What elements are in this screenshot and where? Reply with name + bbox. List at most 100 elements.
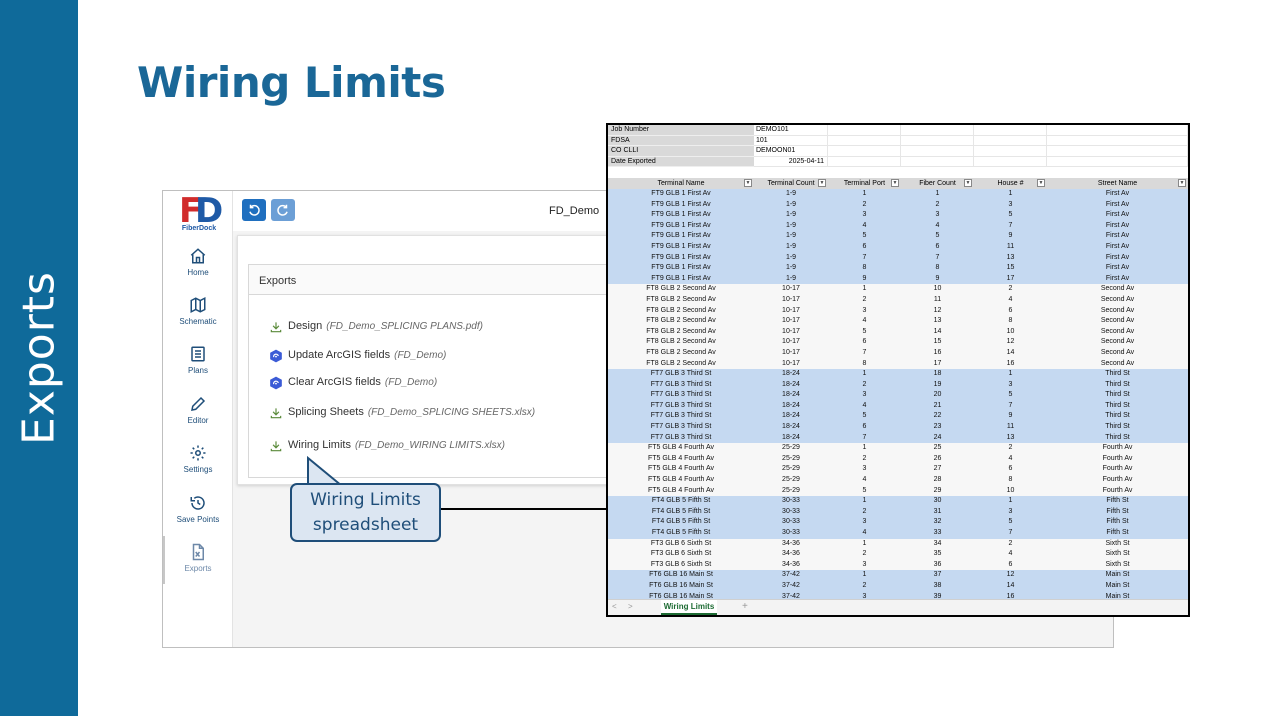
- table-cell[interactable]: 4: [828, 221, 901, 232]
- table-cell[interactable]: 35: [901, 549, 974, 560]
- table-cell[interactable]: First Av: [1047, 242, 1188, 253]
- table-cell[interactable]: 12: [974, 337, 1047, 348]
- nav-plans[interactable]: Plans: [163, 345, 233, 389]
- filter-dropdown-icon[interactable]: ▼: [1037, 179, 1045, 187]
- table-cell[interactable]: 32: [901, 517, 974, 528]
- table-cell[interactable]: Fifth St: [1047, 496, 1188, 507]
- undo-button[interactable]: [242, 199, 266, 221]
- table-cell[interactable]: 30-33: [754, 496, 828, 507]
- table-cell[interactable]: 10-17: [754, 359, 828, 370]
- empty-cell[interactable]: [1047, 146, 1188, 157]
- table-cell[interactable]: 7: [828, 253, 901, 264]
- table-cell[interactable]: 6: [828, 242, 901, 253]
- table-cell[interactable]: Third St: [1047, 401, 1188, 412]
- table-cell[interactable]: First Av: [1047, 274, 1188, 285]
- table-cell[interactable]: FT9 GLB 1 First Av: [608, 210, 754, 221]
- table-cell[interactable]: 38: [901, 581, 974, 592]
- table-cell[interactable]: FT7 GLB 3 Third St: [608, 369, 754, 380]
- empty-cell[interactable]: [1047, 156, 1188, 167]
- table-cell[interactable]: 30-33: [754, 517, 828, 528]
- table-cell[interactable]: Third St: [1047, 380, 1188, 391]
- table-cell[interactable]: 19: [901, 380, 974, 391]
- table-cell[interactable]: Second Av: [1047, 359, 1188, 370]
- table-cell[interactable]: 21: [901, 401, 974, 412]
- table-cell[interactable]: 10-17: [754, 316, 828, 327]
- table-cell[interactable]: 17: [901, 359, 974, 370]
- table-cell[interactable]: 5: [828, 486, 901, 497]
- table-cell[interactable]: 37-42: [754, 581, 828, 592]
- table-cell[interactable]: 3: [974, 507, 1047, 518]
- table-cell[interactable]: FT4 GLB 5 Fifth St: [608, 517, 754, 528]
- table-cell[interactable]: FT7 GLB 3 Third St: [608, 390, 754, 401]
- table-cell[interactable]: FT8 GLB 2 Second Av: [608, 295, 754, 306]
- table-cell[interactable]: 33: [901, 528, 974, 539]
- table-cell[interactable]: Fourth Av: [1047, 464, 1188, 475]
- table-cell[interactable]: 6: [974, 560, 1047, 571]
- empty-cell[interactable]: [828, 146, 901, 157]
- table-cell[interactable]: 3: [828, 517, 901, 528]
- empty-cell[interactable]: [974, 135, 1047, 146]
- column-header[interactable]: Terminal Name ▼: [608, 178, 754, 189]
- table-cell[interactable]: FT4 GLB 5 Fifth St: [608, 496, 754, 507]
- table-cell[interactable]: 1: [974, 189, 1047, 200]
- table-cell[interactable]: 6: [901, 242, 974, 253]
- table-cell[interactable]: Third St: [1047, 433, 1188, 444]
- table-cell[interactable]: 26: [901, 454, 974, 465]
- fiberdock-logo[interactable]: F D FiberDock: [177, 194, 223, 236]
- table-cell[interactable]: Sixth St: [1047, 539, 1188, 550]
- table-cell[interactable]: 14: [974, 581, 1047, 592]
- table-cell[interactable]: 4: [974, 454, 1047, 465]
- table-cell[interactable]: FT6 GLB 16 Main St: [608, 581, 754, 592]
- table-cell[interactable]: 13: [974, 433, 1047, 444]
- table-cell[interactable]: 2: [828, 380, 901, 391]
- table-cell[interactable]: 5: [974, 390, 1047, 401]
- table-cell[interactable]: 8: [828, 263, 901, 274]
- table-cell[interactable]: 1-9: [754, 242, 828, 253]
- table-cell[interactable]: 1: [828, 443, 901, 454]
- table-cell[interactable]: 9: [974, 231, 1047, 242]
- table-cell[interactable]: 37-42: [754, 570, 828, 581]
- table-cell[interactable]: 18-24: [754, 380, 828, 391]
- column-header[interactable]: House # ▼: [974, 178, 1047, 189]
- meta-value[interactable]: DEMOON01: [754, 146, 828, 157]
- table-cell[interactable]: 1: [828, 539, 901, 550]
- table-cell[interactable]: Main St: [1047, 581, 1188, 592]
- table-cell[interactable]: FT9 GLB 1 First Av: [608, 189, 754, 200]
- table-cell[interactable]: 11: [974, 422, 1047, 433]
- table-cell[interactable]: FT4 GLB 5 Fifth St: [608, 528, 754, 539]
- table-cell[interactable]: FT9 GLB 1 First Av: [608, 242, 754, 253]
- table-cell[interactable]: FT5 GLB 4 Fourth Av: [608, 486, 754, 497]
- table-cell[interactable]: 7: [974, 401, 1047, 412]
- table-cell[interactable]: 4: [974, 549, 1047, 560]
- table-cell[interactable]: FT5 GLB 4 Fourth Av: [608, 475, 754, 486]
- table-cell[interactable]: 8: [974, 316, 1047, 327]
- table-cell[interactable]: 7: [901, 253, 974, 264]
- table-cell[interactable]: 9: [828, 274, 901, 285]
- table-cell[interactable]: 12: [901, 306, 974, 317]
- table-cell[interactable]: Third St: [1047, 411, 1188, 422]
- table-cell[interactable]: 17: [974, 274, 1047, 285]
- table-cell[interactable]: 3: [828, 560, 901, 571]
- nav-home[interactable]: Home: [163, 247, 233, 291]
- column-header[interactable]: Terminal Port ▼: [828, 178, 901, 189]
- table-cell[interactable]: Fourth Av: [1047, 475, 1188, 486]
- table-cell[interactable]: 25-29: [754, 486, 828, 497]
- table-cell[interactable]: Sixth St: [1047, 549, 1188, 560]
- table-cell[interactable]: 13: [974, 253, 1047, 264]
- table-cell[interactable]: 4: [828, 475, 901, 486]
- table-cell[interactable]: 1: [974, 496, 1047, 507]
- table-cell[interactable]: 1-9: [754, 221, 828, 232]
- table-cell[interactable]: 2: [974, 443, 1047, 454]
- table-cell[interactable]: 2: [828, 200, 901, 211]
- table-cell[interactable]: 18-24: [754, 390, 828, 401]
- empty-cell[interactable]: [901, 135, 974, 146]
- table-cell[interactable]: 29: [901, 486, 974, 497]
- table-cell[interactable]: 24: [901, 433, 974, 444]
- table-cell[interactable]: FT8 GLB 2 Second Av: [608, 316, 754, 327]
- table-cell[interactable]: 6: [828, 422, 901, 433]
- table-cell[interactable]: FT8 GLB 2 Second Av: [608, 359, 754, 370]
- table-cell[interactable]: 1: [828, 570, 901, 581]
- table-cell[interactable]: 39: [901, 592, 974, 599]
- table-cell[interactable]: 16: [974, 359, 1047, 370]
- table-cell[interactable]: 20: [901, 390, 974, 401]
